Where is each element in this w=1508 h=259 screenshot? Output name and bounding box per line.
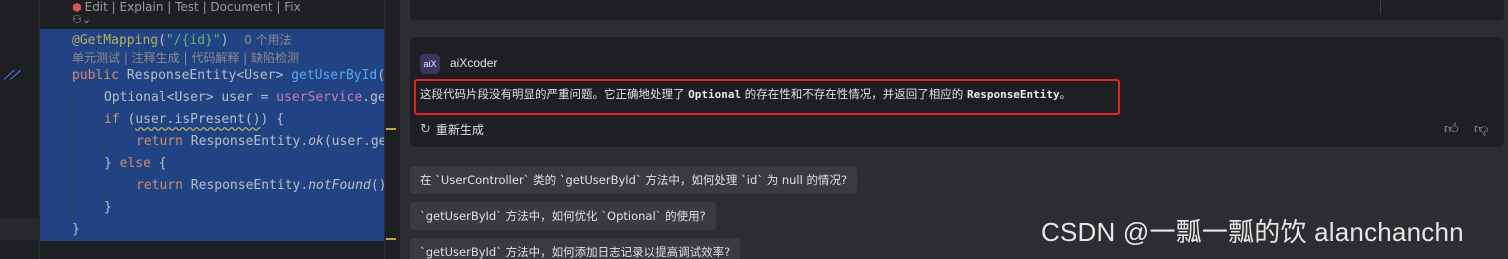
codelens-ai-actions[interactable]: 单元测试 | 注释生成 | 代码解释 | 缺陷检测 xyxy=(72,49,299,66)
suggested-question[interactable]: 在 `UserController` 类的 `getUserById` 方法中，… xyxy=(410,166,858,194)
ai-gutter-icon[interactable]: ⟋⟋ xyxy=(4,68,19,83)
intention-icon[interactable]: ⚇⌄ xyxy=(72,13,91,26)
code-line-4: Optional<User> user = userService.get xyxy=(104,90,394,105)
code-line-1: @GetMapping("/{id}") 0 个用法 xyxy=(72,33,292,48)
thumbs-up-icon[interactable]: 👍︎ xyxy=(1444,120,1459,137)
inline-code: ResponseEntity xyxy=(966,88,1060,101)
refresh-icon: ↻ xyxy=(420,122,431,137)
code-line-9: } xyxy=(104,200,112,215)
code-line-5: if (user.isPresent()) { xyxy=(104,112,285,127)
code-line-7: } else { xyxy=(104,156,167,171)
gutter-current-line xyxy=(0,218,40,240)
watermark: CSDN @一瓢一瓢的饮 alanchanchn xyxy=(1041,217,1464,247)
inline-code: Optional xyxy=(688,88,742,101)
code-line-6: return ResponseEntity.ok(user.get xyxy=(136,134,395,149)
scrollbar-marker xyxy=(386,128,396,130)
codelens-actions[interactable]: ⬢ Edit | Explain | Test | Document | Fix xyxy=(72,0,301,14)
previous-message-card xyxy=(410,0,1504,20)
assistant-reply-text: 这段代码片段没有明显的严重问题。它正确地处理了 Optional 的存在性和不存… xyxy=(420,87,1072,101)
regenerate-label: 重新生成 xyxy=(435,123,484,137)
indent-guide xyxy=(72,96,73,224)
regenerate-button[interactable]: ↻ 重新生成 xyxy=(420,121,484,138)
thumbs-down-icon[interactable]: 👎︎ xyxy=(1474,120,1488,137)
assistant-name: aiXcoder xyxy=(450,56,498,70)
code-area[interactable]: ⬢ Edit | Explain | Test | Document | Fix … xyxy=(40,0,400,259)
aixcoder-avatar: aiX xyxy=(420,54,440,74)
ai-chat-panel: aiX aiXcoder 这段代码片段没有明显的严重问题。它正确地处理了 Opt… xyxy=(400,0,1508,259)
scrollbar-marker xyxy=(386,238,396,240)
suggested-question[interactable]: `getUserById` 方法中，如何添加日志记录以提高调试效率? xyxy=(410,238,741,259)
code-line-3: public ResponseEntity<User> getUserById(… xyxy=(72,68,393,83)
usage-hint[interactable]: 0 个用法 xyxy=(244,33,291,47)
divider xyxy=(1380,0,1381,14)
code-line-10: } xyxy=(72,222,80,237)
code-editor[interactable]: ⟋⟋ ⬢ Edit | Explain | Test | Document | F… xyxy=(0,0,400,259)
code-line-8: return ResponseEntity.notFound(). xyxy=(136,178,395,193)
suggested-question[interactable]: `getUserById` 方法中，如何优化 `Optional` 的使用? xyxy=(410,202,716,230)
editor-gutter: ⟋⟋ xyxy=(0,0,40,259)
assistant-reply-card: aiX aiXcoder 这段代码片段没有明显的严重问题。它正确地处理了 Opt… xyxy=(410,37,1504,147)
